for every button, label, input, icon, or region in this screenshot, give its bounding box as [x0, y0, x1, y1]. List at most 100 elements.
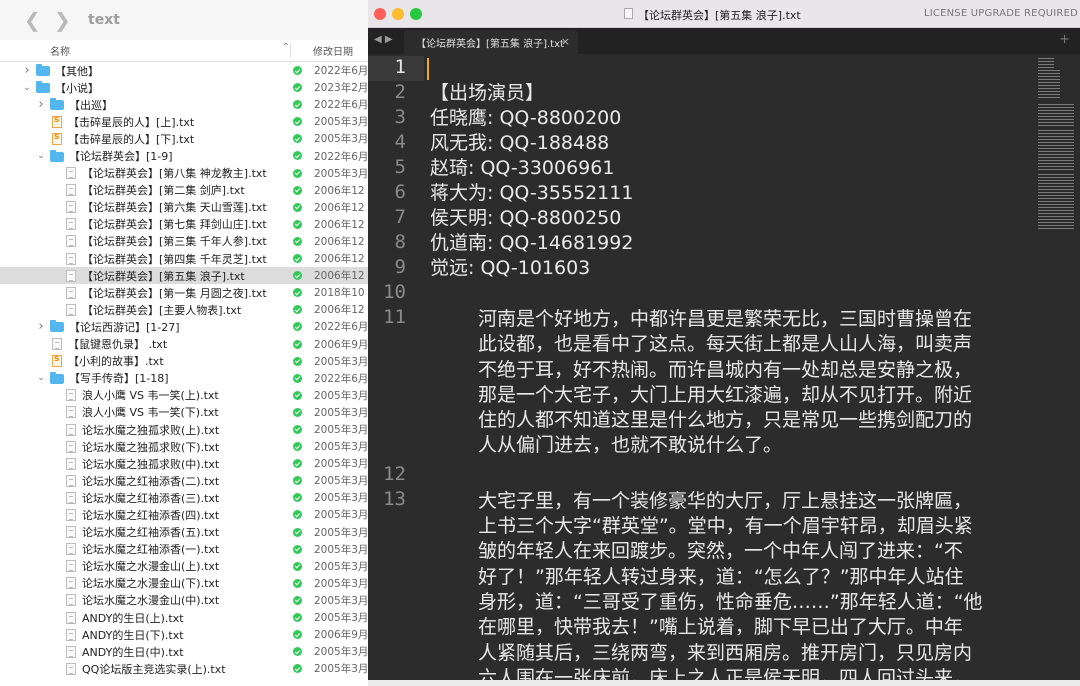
synced-check-icon [293, 202, 302, 212]
disclosure-closed-icon[interactable]: › [22, 63, 32, 78]
file-row[interactable]: 论坛水魔之水漫金山(下).txt 2005年3月 [0, 575, 368, 592]
file-row[interactable]: 论坛水魔之水漫金山(上).txt 2005年3月 [0, 558, 368, 575]
file-date: 2023年2月 [314, 82, 368, 95]
paragraph-para11: 河南是个好地方，中都许昌更是繁荣无比，三国时曹操曾在 此设都，也是看中了这点。每天… [478, 307, 1018, 459]
file-name: 【论坛群英会】[第二集 剑庐].txt [82, 184, 245, 198]
folder-row[interactable]: ⌄ 【论坛群英会】[1-9] 2022年6月 [0, 147, 368, 164]
text-file-icon [66, 269, 76, 282]
paragraph-line: 此设都，也是看中了这点。每天街上都是人山人海，叫卖声 [478, 333, 973, 356]
file-row[interactable]: 论坛水魔之独孤求败(中).txt 2005年3月 [0, 455, 368, 472]
file-name: 论坛水魔之独孤求败(上).txt [82, 423, 220, 437]
file-row[interactable]: 【论坛群英会】[第五集 浪子].txt 2006年12 [0, 267, 368, 285]
minimap[interactable] [1028, 54, 1080, 686]
synced-check-icon [293, 407, 302, 417]
file-date: 2022年6月 [314, 65, 368, 78]
file-row[interactable]: 【论坛群英会】[第一集 月圆之夜].txt 2018年10 [0, 284, 368, 301]
column-name-header[interactable]: 名称 ⌃ [0, 42, 290, 58]
close-window-button[interactable] [374, 8, 386, 20]
file-name: 论坛水魔之红袖添香(三).txt [82, 491, 220, 505]
file-row[interactable]: 【小利的故事】.txt 2005年3月 [0, 353, 368, 370]
file-name: 论坛水魔之水漫金山(下).txt [82, 577, 220, 591]
folder-row[interactable]: › 【出巡】 2022年6月 [0, 96, 368, 113]
file-row[interactable]: 论坛水魔之红袖添香(五).txt 2005年3月 [0, 524, 368, 541]
line-number: 1 [394, 56, 406, 78]
file-row[interactable]: QQ论坛版主竞选实录(上).txt 2005年3月 [0, 660, 368, 677]
file-date: 2006年12 [314, 218, 365, 231]
folder-row[interactable]: ⌄ 【小说】 2023年2月 [0, 79, 368, 96]
tab-bar: ◀ ▶ 【论坛群英会】[第五集 浪子].txt × + [368, 28, 1080, 54]
code-line: 【出场演员】 [430, 82, 545, 104]
file-name: 【其他】 [55, 64, 99, 78]
disclosure-open-icon[interactable]: ⌄ [36, 373, 46, 383]
folder-row[interactable]: ⌄ 【写手传奇】[1-18] 2022年6月 [0, 370, 368, 387]
synced-check-icon [293, 424, 302, 434]
disclosure-open-icon[interactable]: ⌄ [22, 83, 32, 93]
text-file-icon [66, 389, 76, 402]
line-number: 7 [394, 206, 406, 228]
file-row[interactable]: ANDY的生日(中).txt 2005年3月 [0, 643, 368, 660]
file-row[interactable]: 【论坛群英会】[第三集 千年人参].txt 2006年12 [0, 233, 368, 250]
file-date: 2005年3月 [314, 509, 368, 522]
window-title: 【论坛群英会】[第五集 浪子].txt [638, 9, 801, 22]
line-number: 4 [394, 131, 406, 153]
file-date: 2006年12 [314, 304, 365, 317]
file-row[interactable]: 【击碎星辰的人】[上].txt 2005年3月 [0, 113, 368, 130]
maximize-window-button[interactable] [410, 8, 422, 20]
finder-folder-title: text [88, 12, 120, 28]
file-row[interactable]: 论坛水魔之红袖添香(四).txt 2005年3月 [0, 506, 368, 523]
text-editor-area[interactable]: 1 2 【出场演员】 3 任晓鹰: QQ-8800200 4 风无我: QQ-188488 5… [368, 54, 1028, 686]
disclosure-open-icon[interactable]: ⌄ [36, 151, 46, 161]
disclosure-closed-icon[interactable]: › [36, 319, 46, 334]
synced-check-icon [293, 219, 302, 229]
file-row[interactable]: 论坛水魔之红袖添香(三).txt 2005年3月 [0, 489, 368, 506]
file-date: 2006年12 [314, 253, 365, 266]
code-line: 任晓鹰: QQ-8800200 [430, 107, 622, 129]
file-name: ANDY的生日(中).txt [82, 645, 184, 659]
file-row[interactable]: 浪人小鹰 VS 韦一笑(下).txt 2005年3月 [0, 404, 368, 421]
file-name: 【论坛群英会】[第七集 拜剑山庄].txt [82, 218, 267, 232]
tab-close-icon[interactable]: × [561, 35, 570, 48]
file-name: 【击碎星辰的人】[下].txt [68, 132, 195, 146]
file-row[interactable]: 论坛水魔之水漫金山(中).txt 2005年3月 [0, 592, 368, 609]
license-notice[interactable]: LICENSE UPGRADE REQUIRED [924, 8, 1078, 19]
file-row[interactable]: 论坛水魔之独孤求败(下).txt 2005年3月 [0, 438, 368, 455]
file-row[interactable]: 【论坛群英会】[第二集 剑庐].txt 2006年12 [0, 182, 368, 199]
file-row[interactable]: 论坛水魔之独孤求败(上).txt 2005年3月 [0, 421, 368, 438]
paragraph-line: 不绝于耳，好不热闹。而许昌城内有一处却总是安静之极， [478, 358, 973, 381]
forward-arrow-icon[interactable]: ❯ [54, 8, 84, 32]
text-file-icon [66, 628, 76, 641]
file-row[interactable]: 【论坛群英会】[第四集 千年灵芝].txt 2006年12 [0, 250, 368, 267]
text-file-icon [66, 286, 76, 299]
file-row[interactable]: ANDY的生日(下).txt 2006年9月 [0, 626, 368, 643]
tab-label: 【论坛群英会】[第五集 浪子].txt [416, 38, 564, 50]
folder-row[interactable]: › 【论坛西游记】[1-27] 2022年6月 [0, 318, 368, 335]
new-tab-plus-icon[interactable]: + [1059, 32, 1070, 47]
file-date: 2006年12 [314, 235, 365, 248]
file-row[interactable]: 论坛水魔之红袖添香(一).txt 2005年3月 [0, 541, 368, 558]
folder-row[interactable]: › 【其他】 2022年6月 [0, 62, 368, 79]
file-row[interactable]: 【论坛群英会】[第六集 天山雪莲].txt 2006年12 [0, 199, 368, 216]
file-row[interactable]: 浪人小鹰 VS 韦一笑(上).txt 2005年3月 [0, 387, 368, 404]
paragraph-line: 人从偏门进去，也就不敢说什么了。 [478, 434, 783, 457]
text-file-icon [66, 184, 76, 197]
file-row[interactable]: 【论坛群英会】[第八集 神龙教主].txt 2005年3月 [0, 165, 368, 182]
file-row[interactable]: 【鼠键恩仇录】 .txt 2006年9月 [0, 336, 368, 353]
file-row[interactable]: 【论坛群英会】[第七集 拜剑山庄].txt 2006年12 [0, 216, 368, 233]
file-name: 【论坛群英会】[主要人物表].txt [82, 303, 242, 317]
tab-nav-arrows-icon[interactable]: ◀ ▶ [374, 34, 393, 45]
back-arrow-icon[interactable]: ❮ [24, 8, 54, 32]
file-date: 2005年3月 [314, 492, 368, 505]
column-date-header[interactable]: 修改日期 [290, 43, 353, 58]
folder-icon [36, 64, 50, 77]
file-row[interactable]: 【论坛群英会】[主要人物表].txt 2006年12 [0, 301, 368, 318]
file-row[interactable]: 【击碎星辰的人】[下].txt 2005年3月 [0, 130, 368, 147]
text-file-icon [66, 594, 76, 607]
minimize-window-button[interactable] [392, 8, 404, 20]
tab-current-file[interactable]: 【论坛群英会】[第五集 浪子].txt × [404, 30, 578, 54]
editor-window: 【论坛群英会】[第五集 浪子].txt LICENSE UPGRADE REQU… [368, 0, 1080, 686]
file-row[interactable]: 论坛水魔之红袖添香(二).txt 2005年3月 [0, 472, 368, 489]
file-date: 2006年12 [314, 184, 365, 197]
disclosure-closed-icon[interactable]: › [36, 97, 46, 112]
file-row[interactable]: ANDY的生日(上).txt 2005年3月 [0, 609, 368, 626]
code-line: 侯天明: QQ-8800250 [430, 207, 622, 229]
